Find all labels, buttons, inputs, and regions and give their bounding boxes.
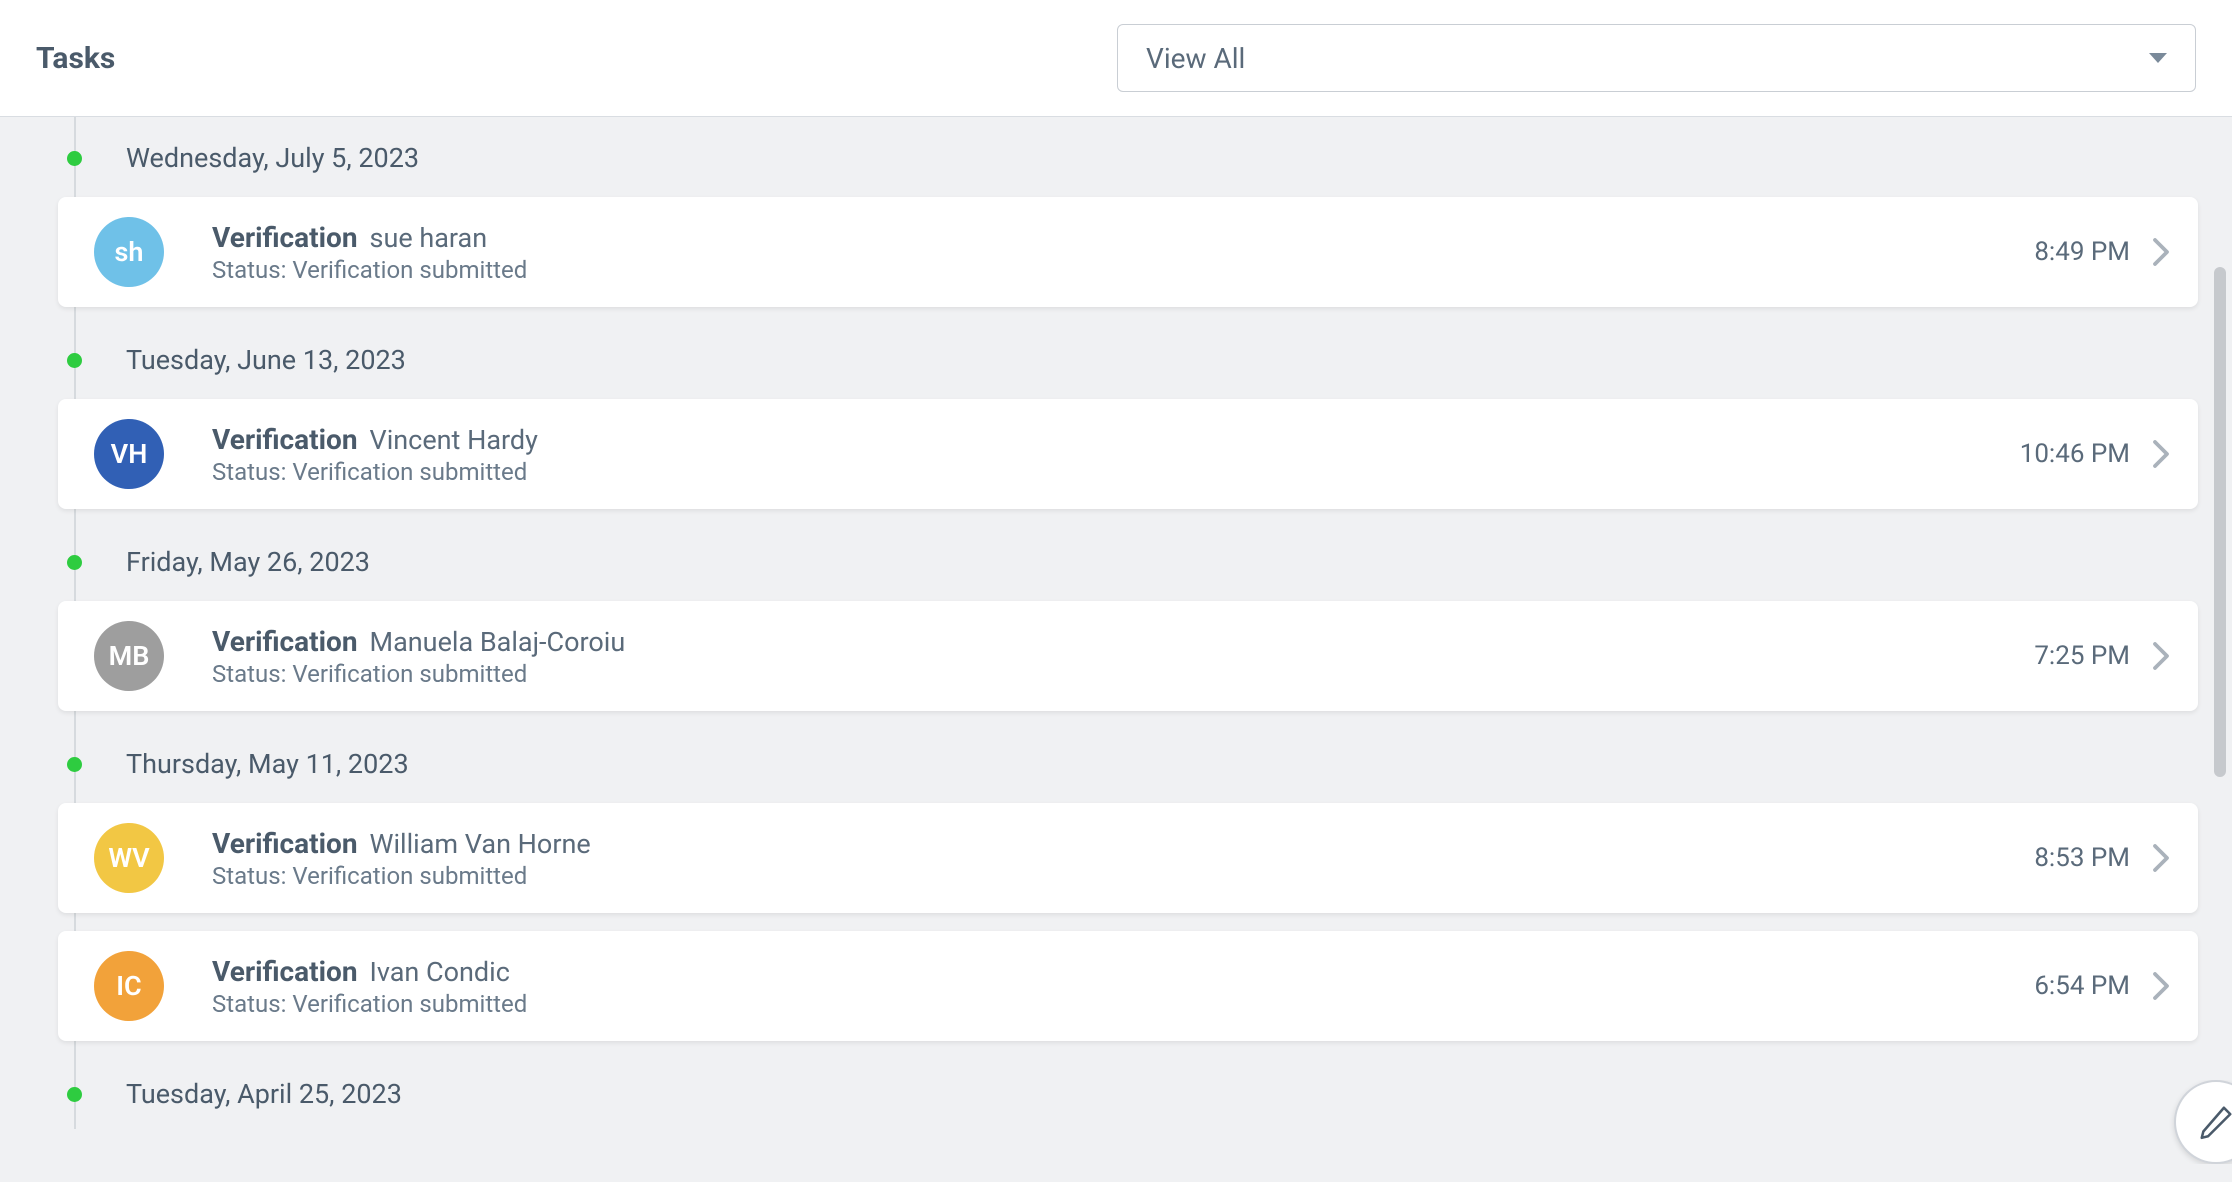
page-title: Tasks — [36, 41, 115, 76]
task-main: Verification Manuela Balaj-CoroiuStatus: … — [212, 625, 2034, 688]
date-header: Friday, May 26, 2023 — [58, 527, 2198, 597]
task-time: 7:25 PM — [2034, 641, 2130, 671]
task-main: Verification Vincent HardyStatus: Verific… — [212, 423, 2020, 486]
avatar: VH — [94, 419, 164, 489]
task-person: sue haran — [370, 222, 488, 254]
task-status: Status: Verification submitted — [212, 862, 2034, 890]
task-person: William Van Horne — [370, 828, 591, 860]
chevron-down-icon — [2149, 53, 2167, 63]
timeline-dot — [67, 555, 82, 570]
task-card[interactable]: IC Verification Ivan CondicStatus: Verific… — [58, 931, 2198, 1041]
date-header: Wednesday, July 5, 2023 — [58, 123, 2198, 193]
task-card[interactable]: sh Verification sue haranStatus: Verificat… — [58, 197, 2198, 307]
date-text: Tuesday, June 13, 2023 — [126, 344, 406, 376]
task-title-line: Verification Ivan Condic — [212, 955, 2034, 988]
date-header: Tuesday, April 25, 2023 — [58, 1059, 2198, 1129]
task-type: Verification — [212, 221, 358, 254]
task-type: Verification — [212, 423, 358, 456]
tasks-body: Wednesday, July 5, 2023 sh Verification sue… — [0, 117, 2232, 1182]
date-header: Thursday, May 11, 2023 — [58, 729, 2198, 799]
timeline-dot — [67, 151, 82, 166]
task-type: Verification — [212, 625, 358, 658]
pencil-icon — [2197, 1103, 2232, 1141]
chevron-right-icon — [2152, 439, 2170, 469]
task-status: Status: Verification submitted — [212, 660, 2034, 688]
chevron-right-icon — [2152, 843, 2170, 873]
date-text: Tuesday, April 25, 2023 — [126, 1078, 402, 1110]
date-text: Wednesday, July 5, 2023 — [126, 142, 419, 174]
task-main: Verification William Van HorneStatus: Ver… — [212, 827, 2034, 890]
date-text: Thursday, May 11, 2023 — [126, 748, 409, 780]
filter-select-label: View All — [1146, 42, 1245, 75]
task-card[interactable]: WV Verification William Van HorneStatus: V… — [58, 803, 2198, 913]
task-time: 6:54 PM — [2034, 971, 2130, 1001]
task-title-line: Verification Vincent Hardy — [212, 423, 2020, 456]
task-title-line: Verification sue haran — [212, 221, 2034, 254]
task-title-line: Verification Manuela Balaj-Coroiu — [212, 625, 2034, 658]
chevron-right-icon — [2152, 641, 2170, 671]
task-time: 8:53 PM — [2034, 843, 2130, 873]
task-card[interactable]: VH Verification Vincent HardyStatus: Verif… — [58, 399, 2198, 509]
avatar: MB — [94, 621, 164, 691]
task-card[interactable]: MB Verification Manuela Balaj-CoroiuStatus… — [58, 601, 2198, 711]
task-main: Verification sue haranStatus: Verificatio… — [212, 221, 2034, 284]
task-time: 10:46 PM — [2020, 439, 2130, 469]
timeline-dot — [67, 353, 82, 368]
chevron-right-icon — [2152, 971, 2170, 1001]
task-person: Ivan Condic — [370, 956, 510, 988]
filter-select[interactable]: View All — [1117, 24, 2196, 92]
task-type: Verification — [212, 955, 358, 988]
task-title-line: Verification William Van Horne — [212, 827, 2034, 860]
date-header: Tuesday, June 13, 2023 — [58, 325, 2198, 395]
date-text: Friday, May 26, 2023 — [126, 546, 370, 578]
task-person: Manuela Balaj-Coroiu — [370, 626, 626, 658]
avatar: WV — [94, 823, 164, 893]
avatar: IC — [94, 951, 164, 1021]
avatar: sh — [94, 217, 164, 287]
chevron-right-icon — [2152, 237, 2170, 267]
task-status: Status: Verification submitted — [212, 990, 2034, 1018]
timeline-dot — [67, 757, 82, 772]
task-main: Verification Ivan CondicStatus: Verificat… — [212, 955, 2034, 1018]
task-status: Status: Verification submitted — [212, 256, 2034, 284]
task-time: 8:49 PM — [2034, 237, 2130, 267]
task-person: Vincent Hardy — [370, 424, 538, 456]
header-bar: Tasks View All — [0, 0, 2232, 117]
task-type: Verification — [212, 827, 358, 860]
timeline-dot — [67, 1087, 82, 1102]
timeline: Wednesday, July 5, 2023 sh Verification sue… — [0, 117, 2232, 1129]
task-status: Status: Verification submitted — [212, 458, 2020, 486]
